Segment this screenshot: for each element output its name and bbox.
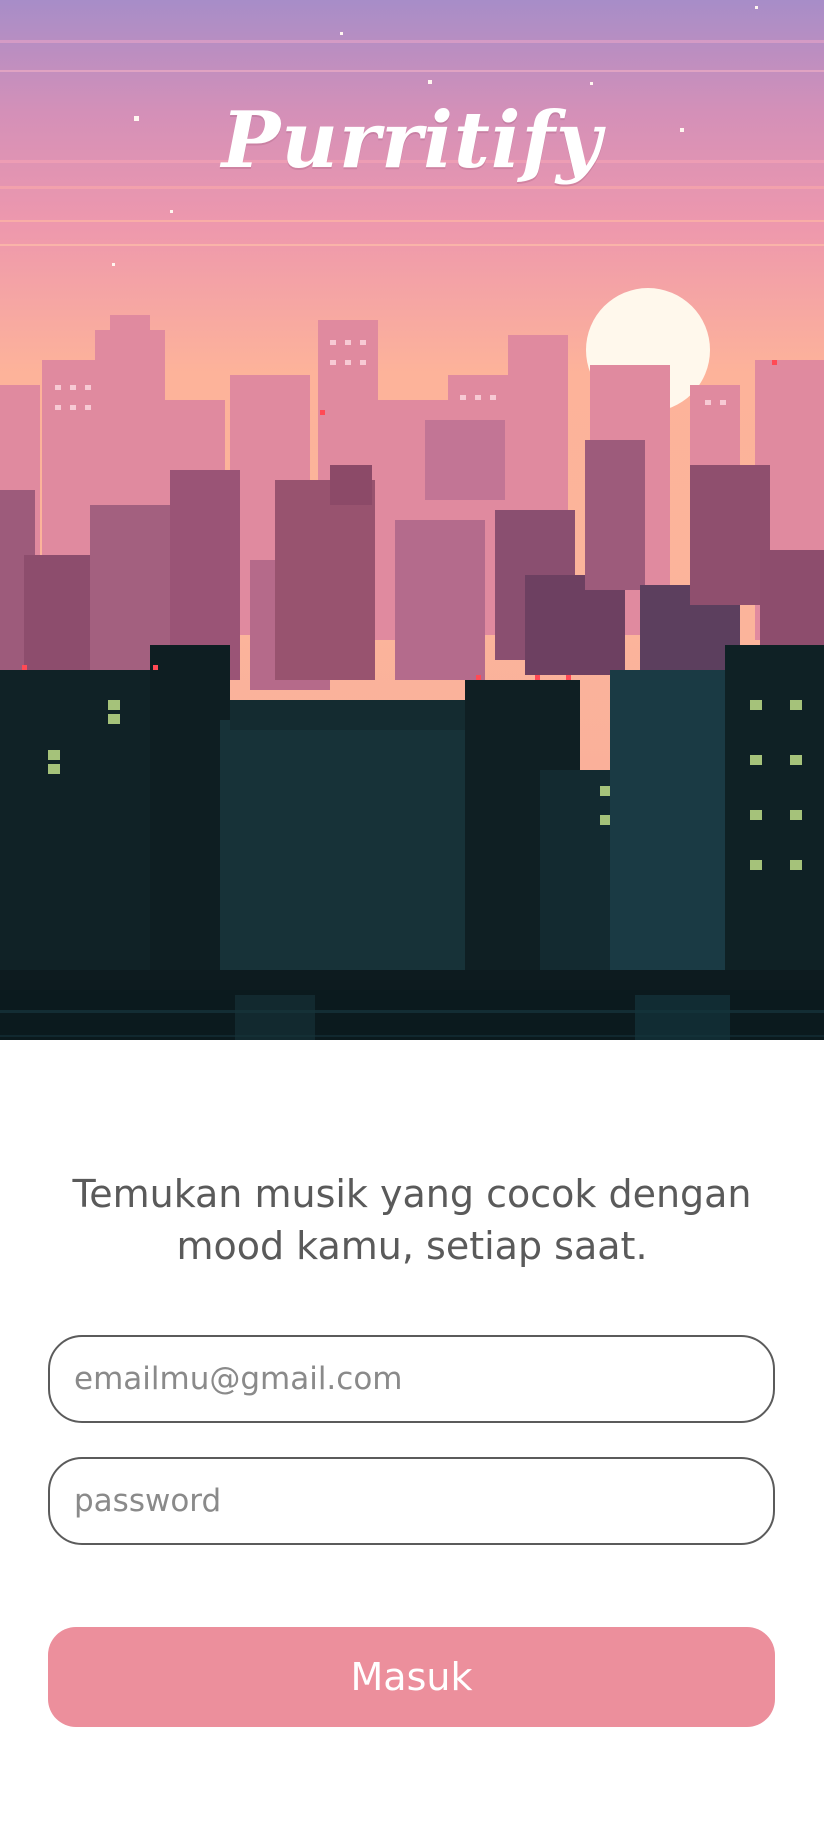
email-field[interactable]	[48, 1335, 775, 1423]
email-input[interactable]	[50, 1337, 773, 1421]
app-logo: Purritify	[221, 95, 603, 186]
login-button[interactable]: Masuk	[48, 1627, 775, 1727]
city-illustration: Purritify	[0, 0, 824, 1130]
password-input[interactable]	[50, 1459, 773, 1543]
password-field[interactable]	[48, 1457, 775, 1545]
tagline: Temukan musik yang cocok dengan mood kam…	[72, 1172, 752, 1268]
login-screen: Purritify Temukan musik yang cocok denga…	[0, 0, 824, 1834]
